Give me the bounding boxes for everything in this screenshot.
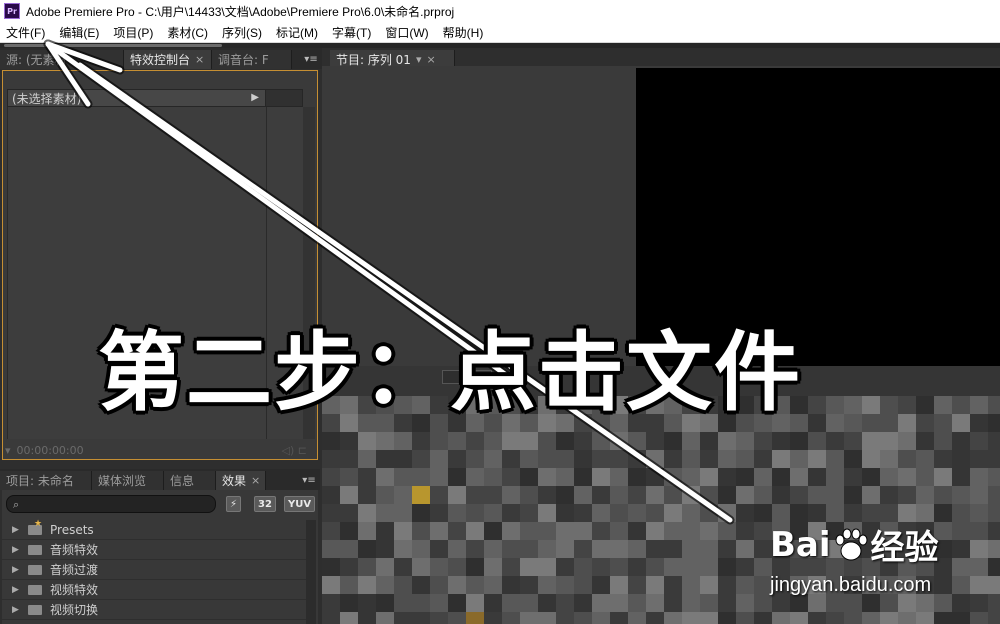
baidu-logo: Bai 经验 — [770, 520, 939, 569]
baidu-jingyan-watermark: Bai 经验 jingyan.baidu.com — [770, 520, 994, 600]
brand-suffix-text: 经验 — [870, 528, 939, 568]
watermark-url: jingyan.baidu.com — [770, 574, 932, 596]
step-instruction-text: 第二步：点击文件 — [98, 323, 802, 423]
paw-icon — [833, 528, 869, 562]
brand-text: Bai — [770, 524, 831, 565]
